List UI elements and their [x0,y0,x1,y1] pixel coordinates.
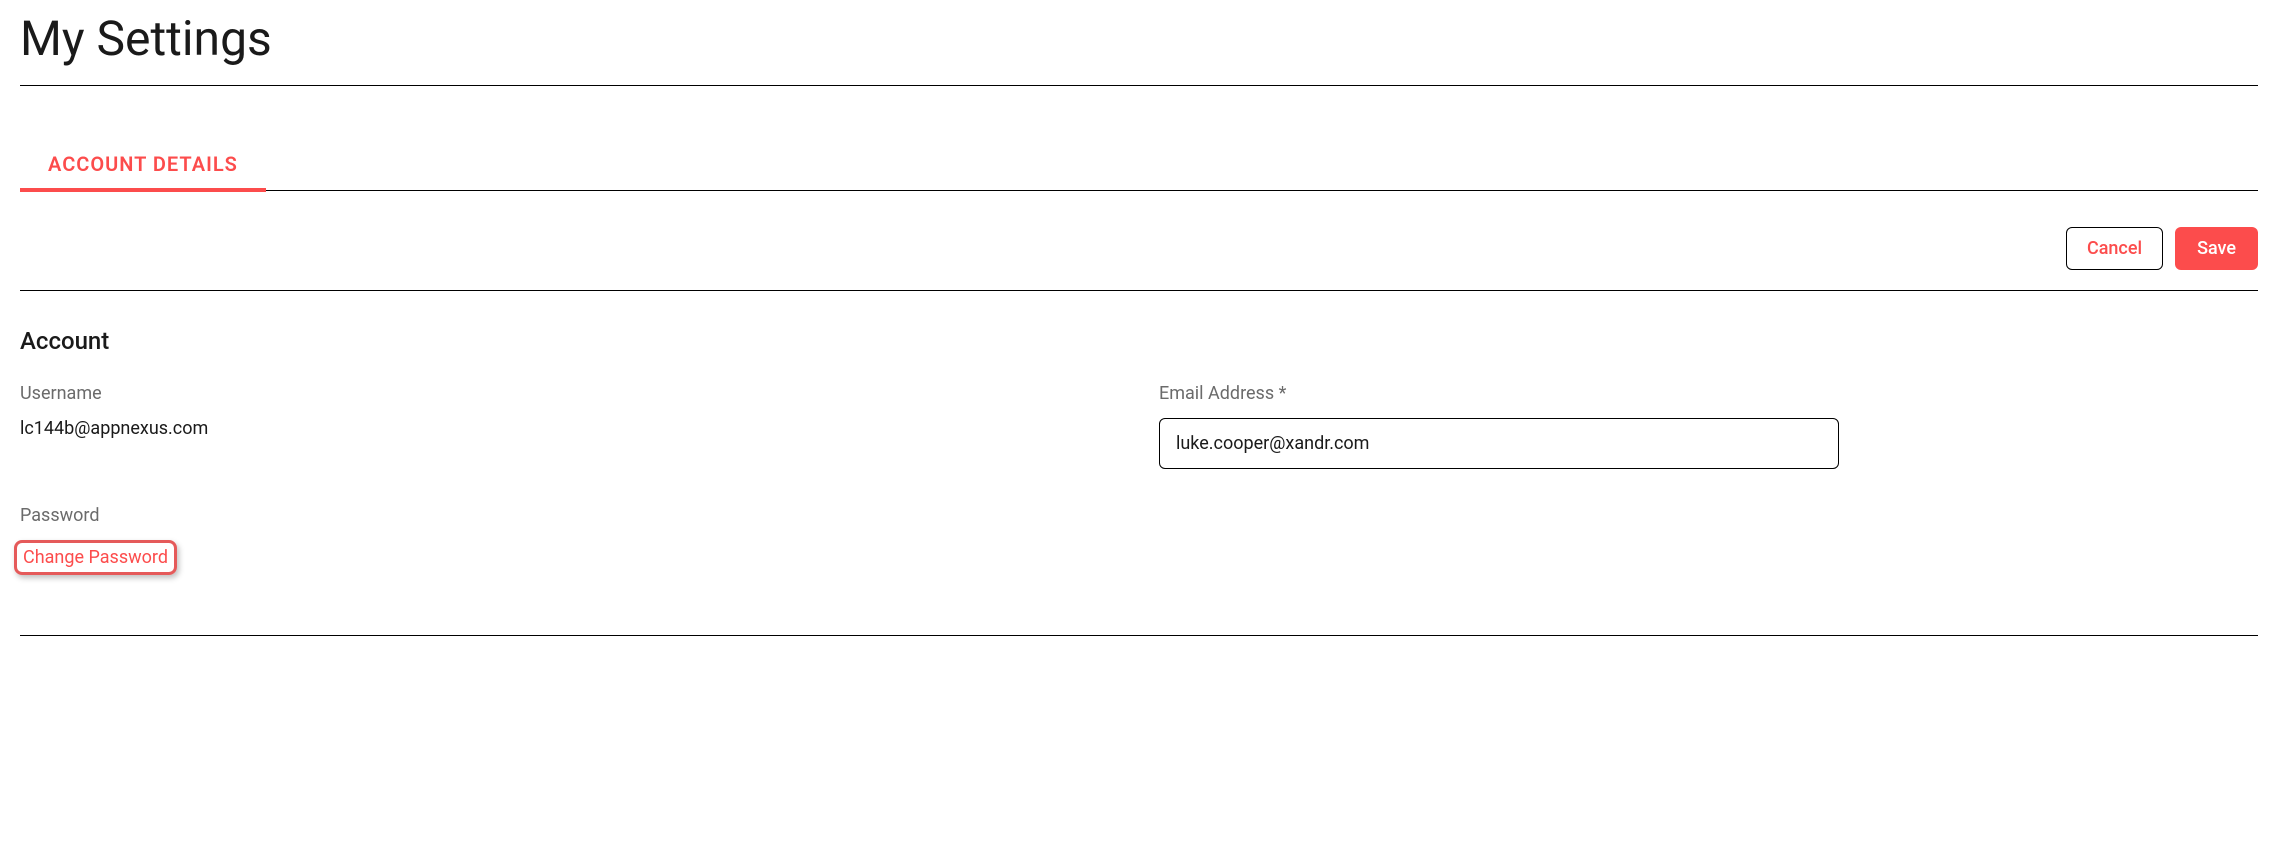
tab-account-details[interactable]: ACCOUNT DETAILS [20,136,266,190]
change-password-link[interactable]: Change Password [23,547,168,568]
account-section-title: Account [20,327,2258,355]
username-label: Username [20,383,1119,404]
email-label: Email Address * [1159,383,2258,404]
username-field-group: Username lc144b@appnexus.com [20,383,1119,469]
password-label: Password [20,505,1119,526]
account-section: Account Username lc144b@appnexus.com Ema… [20,291,2258,636]
change-password-highlight: Change Password [14,540,177,575]
email-field-group: Email Address * [1159,383,2258,469]
email-input[interactable] [1159,418,1839,469]
username-value: lc144b@appnexus.com [20,418,1119,439]
save-button[interactable]: Save [2175,227,2258,270]
account-row-2: Password Change Password [20,505,2258,575]
page-title: My Settings [20,10,2258,86]
password-field-group: Password Change Password [20,505,1119,575]
actions-bar: Cancel Save [20,191,2258,291]
tabs-container: ACCOUNT DETAILS [20,136,2258,191]
cancel-button[interactable]: Cancel [2066,227,2163,270]
account-row-1: Username lc144b@appnexus.com Email Addre… [20,383,2258,469]
